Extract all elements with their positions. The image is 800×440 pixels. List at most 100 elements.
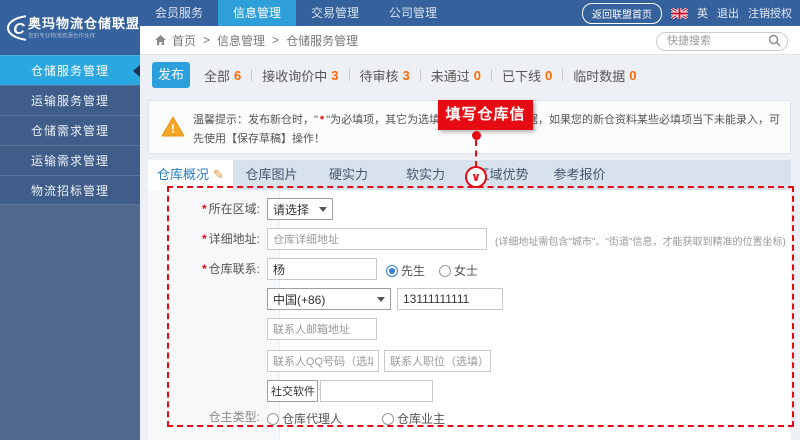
logout-link[interactable]: 退出 <box>717 5 739 21</box>
social-account-input[interactable] <box>320 380 433 402</box>
region-select-value: 请选择 <box>273 201 309 218</box>
logo-swoosh-icon: CYM <box>6 13 26 43</box>
nav-item-company[interactable]: 公司管理 <box>374 0 452 26</box>
tab-reference-price[interactable]: 参考报价 <box>541 160 618 190</box>
filter-divider <box>562 69 563 81</box>
notice-line2: 先使用【保存草稿】操作！ <box>193 130 325 146</box>
breadcrumb-home[interactable]: 首页 <box>172 32 196 49</box>
radio-label[interactable]: 先生 <box>401 262 425 279</box>
address-label: *详细地址: <box>148 228 260 250</box>
sidebar-item-logistics-bidding[interactable]: 物流招标管理 <box>0 175 140 205</box>
brand-tagline: 您的专业物流资源合作伙伴 <box>28 32 118 40</box>
social-app-select[interactable]: 社交软件 <box>267 380 318 402</box>
contact-name-input[interactable] <box>267 258 377 280</box>
chevron-down-icon <box>319 207 327 212</box>
filter-count: 6 <box>234 68 241 83</box>
job-title-input[interactable] <box>384 350 491 372</box>
filter-draft[interactable]: 临时数据 0 <box>573 66 636 85</box>
country-code-select[interactable]: 中国(+86) <box>267 288 391 310</box>
gender-radio-group: 先生 女士 <box>386 262 478 279</box>
sidebar-item-label: 仓储需求管理 <box>31 124 109 138</box>
filter-divider <box>251 69 252 81</box>
svg-text:!: ! <box>171 122 175 136</box>
sidebar-item-warehouse-demand[interactable]: 仓储需求管理 <box>0 115 140 145</box>
radio-warehouse-agent[interactable] <box>267 413 279 425</box>
filter-rejected[interactable]: 未通过0 <box>431 66 481 85</box>
app-window: CYM 奥玛物流仓储联盟 您的专业物流资源合作伙伴 会员服务 信息管理 交易管理… <box>0 0 800 440</box>
filter-label: 已下线 <box>502 66 541 85</box>
required-mark: * <box>202 262 207 276</box>
filter-count: 0 <box>474 68 481 83</box>
sidebar-item-transport-demand[interactable]: 运输需求管理 <box>0 145 140 175</box>
annotation-pointer-arrow: ∨ <box>465 166 487 188</box>
breadcrumb-current: 仓储服务管理 <box>286 32 358 49</box>
quick-search <box>656 31 788 50</box>
phone-number-input[interactable] <box>397 288 503 310</box>
annotation-pointer-dot <box>472 131 481 140</box>
filter-pending-review[interactable]: 待审核3 <box>360 66 410 85</box>
filter-count: 0 <box>629 68 636 83</box>
edit-icon: ✎ <box>213 167 224 182</box>
qq-input[interactable] <box>267 350 379 372</box>
annotation-callout-badge: 填写仓库信息 <box>438 100 533 130</box>
filter-count: 3 <box>331 68 338 83</box>
return-home-button[interactable]: 返回联盟首页 <box>582 3 662 24</box>
filter-count: 3 <box>403 68 410 83</box>
owner-type-radio-group: 仓库代理人 仓库业主 <box>267 410 445 427</box>
filter-label: 接收询价中 <box>262 66 327 85</box>
tab-warehouse-overview[interactable]: 仓库概况 ✎ <box>148 160 233 190</box>
logo-acronym: CYM <box>13 21 26 38</box>
tab-label: 仓库概况 <box>157 167 209 182</box>
sidebar-item-transport-service[interactable]: 运输服务管理 <box>0 85 140 115</box>
tab-warehouse-photos[interactable]: 仓库图片 <box>233 160 310 190</box>
country-code-value: 中国(+86) <box>273 291 325 308</box>
required-mark: * <box>320 114 324 126</box>
active-item-arrow-icon <box>133 65 140 77</box>
revoke-auth-link[interactable]: 注销授权 <box>748 5 792 21</box>
address-input[interactable] <box>267 228 487 250</box>
nav-item-trade[interactable]: 交易管理 <box>296 0 374 26</box>
filter-all[interactable]: 全部 6 <box>204 66 241 85</box>
filter-offline[interactable]: 已下线 0 <box>502 66 552 85</box>
annotation-pointer-line <box>475 140 477 167</box>
sidebar-item-warehouse-service[interactable]: 仓储服务管理 <box>0 55 140 85</box>
tab-hard-strength[interactable]: 硬实力 <box>310 160 387 190</box>
nav-item-info[interactable]: 信息管理 <box>218 0 296 26</box>
chevron-down-icon <box>377 297 385 302</box>
search-icon[interactable] <box>768 34 781 47</box>
nav-item-member[interactable]: 会员服务 <box>140 0 218 26</box>
radio-mister[interactable] <box>386 265 398 277</box>
filter-divider <box>349 69 350 81</box>
filter-label: 临时数据 <box>573 66 625 85</box>
lang-toggle[interactable]: 英 <box>697 5 708 21</box>
filter-count: 0 <box>545 68 552 83</box>
sidebar-item-label: 物流招标管理 <box>31 184 109 198</box>
warning-icon: ! <box>161 116 185 137</box>
uk-flag-icon[interactable] <box>671 8 688 19</box>
breadcrumb-info[interactable]: 信息管理 <box>217 32 265 49</box>
top-right-controls: 返回联盟首页 英 退出 注销授权 <box>582 0 792 26</box>
breadcrumb-separator: > <box>203 33 210 47</box>
tab-soft-strength[interactable]: 软实力 <box>387 160 464 190</box>
radio-warehouse-owner[interactable] <box>382 413 394 425</box>
filter-label: 全部 <box>204 66 230 85</box>
email-input[interactable] <box>267 318 377 340</box>
home-icon <box>154 34 167 46</box>
brand-logo: CYM 奥玛物流仓储联盟 您的专业物流资源合作伙伴 <box>0 0 140 55</box>
breadcrumb-bar: 首页 > 信息管理 > 仓储服务管理 <box>140 26 800 55</box>
publish-button[interactable]: 发布 <box>152 62 190 88</box>
warehouse-form: *所在区域: 请选择 *详细地址: (详细地址需包含"城市"、"街道"信息，才能… <box>148 190 791 440</box>
region-select[interactable]: 请选择 <box>267 198 333 220</box>
radio-label[interactable]: 仓库业主 <box>397 410 445 427</box>
notice-line1-left: 温馨提示：发布新仓时，"*"为必填项，其它为选填，点击 <box>193 111 473 127</box>
owner-type-label: 仓主类型: <box>148 406 260 428</box>
social-app-value: 社交软件 <box>271 383 315 399</box>
sidebar-item-label: 仓储服务管理 <box>31 64 109 78</box>
filter-bar: 全部 6 接收询价中 3 待审核3 未通过0 已下线 0 临时数据 0 <box>204 62 637 88</box>
region-label: *所在区域: <box>148 198 260 220</box>
sidebar-item-label: 运输需求管理 <box>31 154 109 168</box>
filter-receiving-inquiry[interactable]: 接收询价中 3 <box>262 66 338 85</box>
radio-label[interactable]: 女士 <box>454 262 478 279</box>
radio-madam[interactable] <box>439 265 451 277</box>
radio-label[interactable]: 仓库代理人 <box>282 410 342 427</box>
